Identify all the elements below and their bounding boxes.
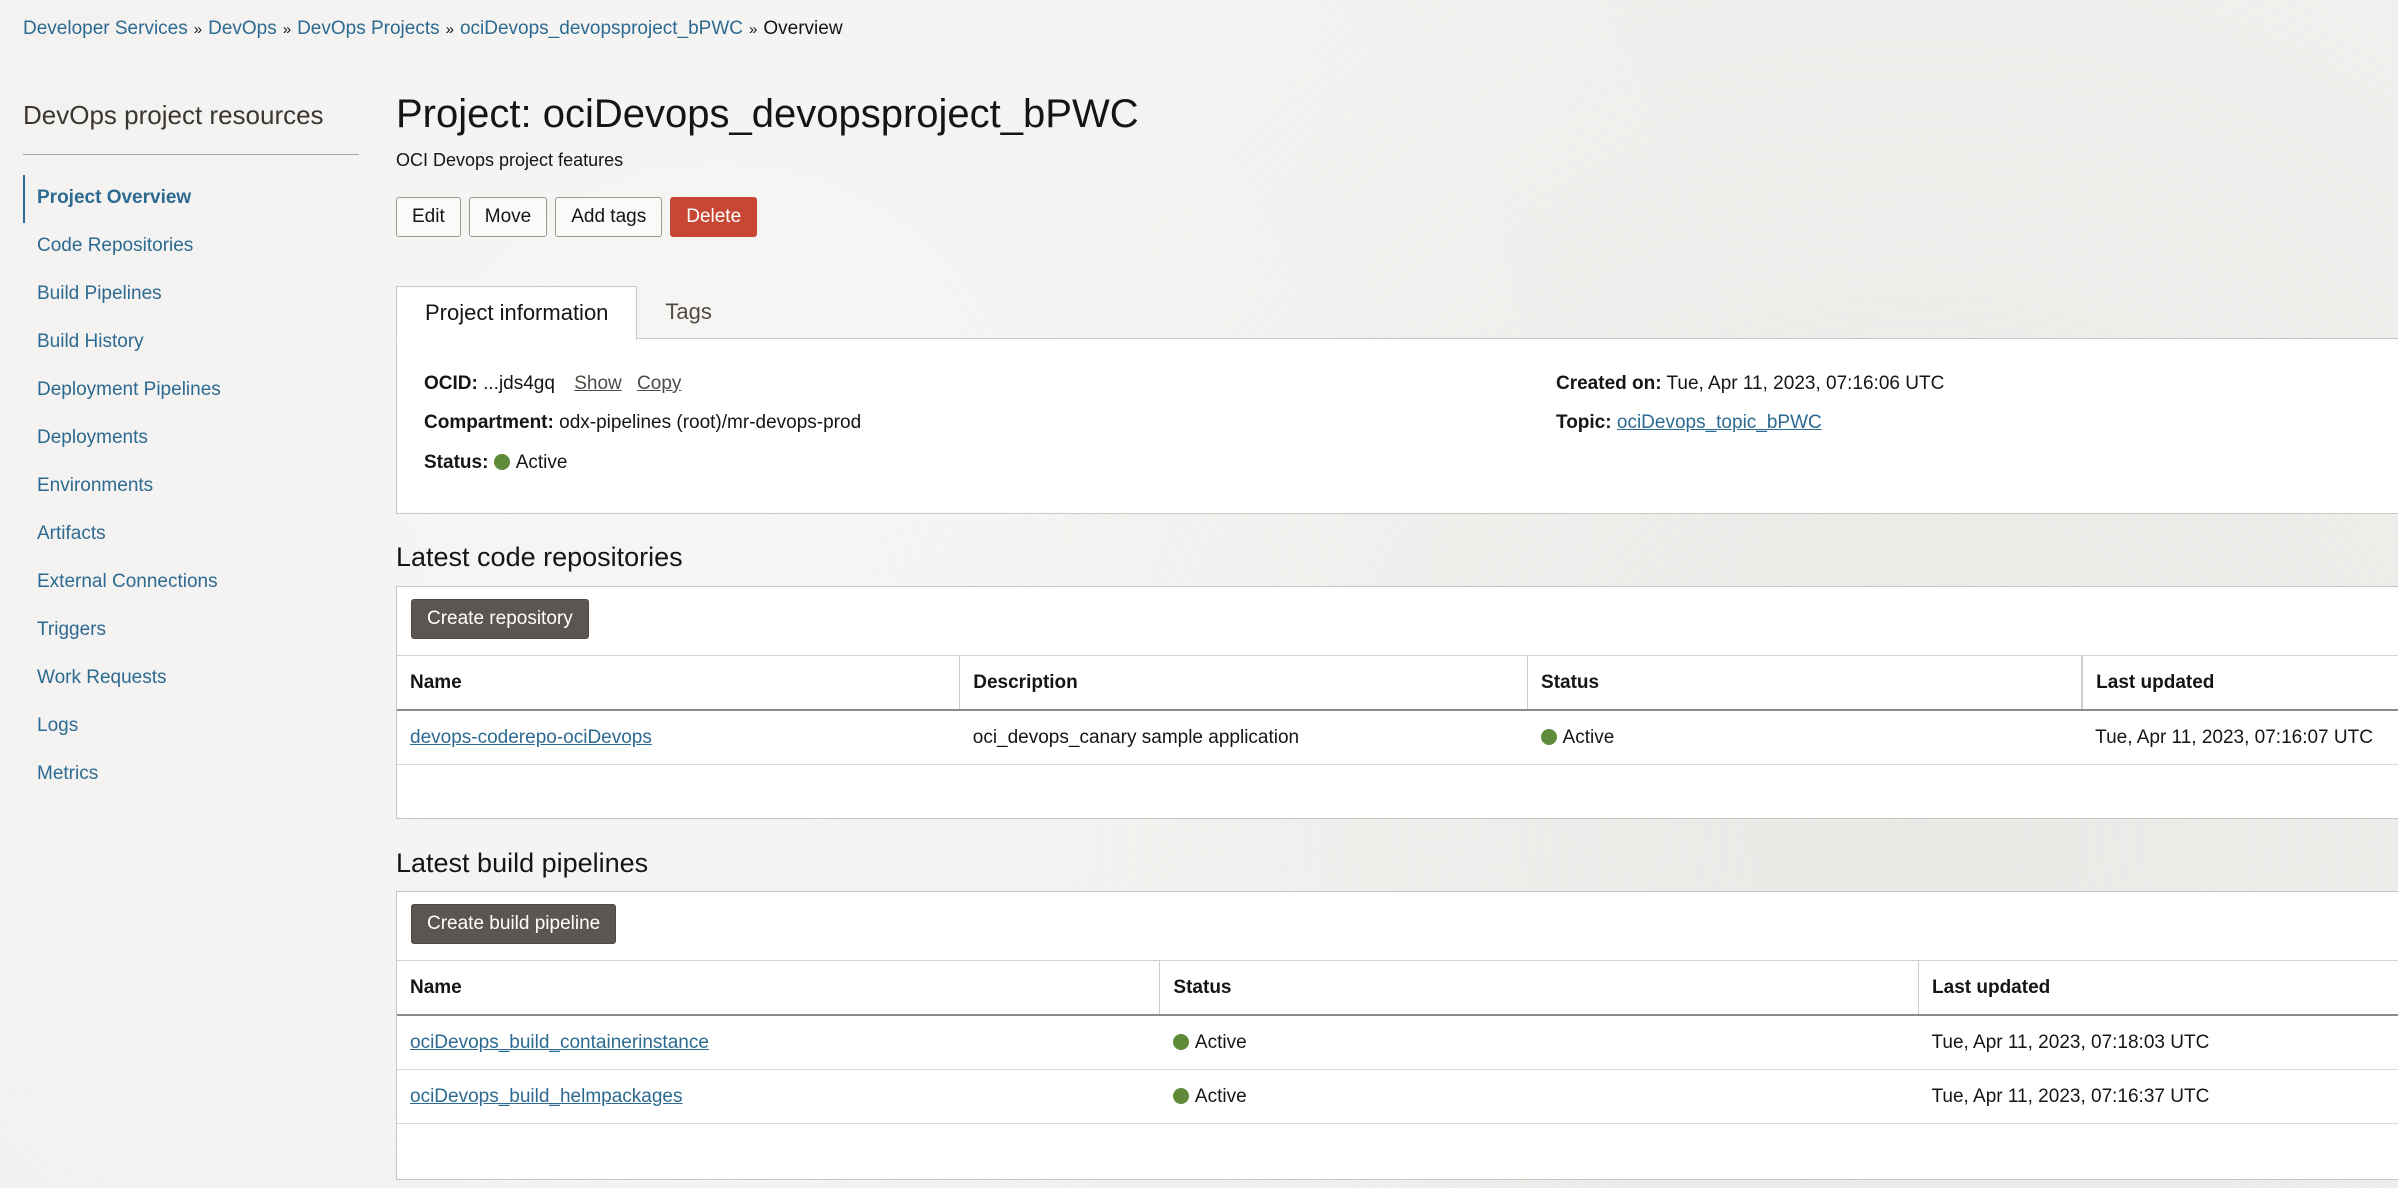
breadcrumb: Developer Services » DevOps » DevOps Project… bbox=[23, 18, 843, 40]
copy-ocid-link[interactable]: Copy bbox=[637, 373, 681, 394]
sidebar-item-triggers[interactable]: Triggers bbox=[23, 607, 359, 655]
sidebar-title: DevOps project resources bbox=[23, 100, 324, 130]
repo-last-updated: Tue, Apr 11, 2023, 07:16:07 UTC bbox=[2082, 710, 2398, 765]
table-header-row: Name Description Status Last updated bbox=[397, 656, 2398, 711]
status-label: Status: bbox=[424, 452, 489, 473]
sidebar-item-work-requests[interactable]: Work Requests bbox=[23, 655, 359, 703]
breadcrumb-devops-projects[interactable]: DevOps Projects bbox=[297, 18, 440, 39]
sidebar-item-artifacts[interactable]: Artifacts bbox=[23, 511, 359, 559]
status-row: Status: Active bbox=[424, 452, 567, 474]
column-header-status[interactable]: Status bbox=[1527, 656, 2083, 711]
created-label: Created on: bbox=[1556, 373, 1662, 394]
breadcrumb-separator: » bbox=[749, 21, 758, 38]
pipeline-name-cell: ociDevops_build_containerinstance bbox=[397, 1015, 1160, 1070]
build-pipelines-card: Create build pipeline Name Status Last u… bbox=[396, 891, 2398, 1180]
build-pipelines-table: Name Status Last updated ociDevops_build… bbox=[397, 961, 2398, 1124]
breadcrumb-separator: » bbox=[282, 21, 292, 38]
breadcrumb-devops[interactable]: DevOps bbox=[208, 18, 277, 39]
column-header-description[interactable]: Description bbox=[959, 656, 1529, 711]
pipeline-name-link[interactable]: ociDevops_build_containerinstance bbox=[410, 1032, 709, 1053]
project-information-panel: OCID: ...jds4gq Show Copy Compartment: o… bbox=[396, 338, 2398, 514]
move-button[interactable]: Move bbox=[468, 197, 548, 237]
column-header-status[interactable]: Status bbox=[1159, 961, 1920, 1016]
sidebar-divider bbox=[23, 154, 359, 155]
column-header-name[interactable]: Name bbox=[397, 656, 961, 711]
action-toolbar: Edit Move Add tags Delete bbox=[396, 197, 758, 237]
created-row: Created on: Tue, Apr 11, 2023, 07:16:06 … bbox=[1556, 373, 1944, 395]
tab-bar: Project information Tags bbox=[396, 286, 740, 340]
pipeline-last-updated: Tue, Apr 11, 2023, 07:18:03 UTC bbox=[1918, 1015, 2398, 1070]
table-row: ociDevops_build_helmpackages Active Tue,… bbox=[397, 1069, 2398, 1124]
status-active-icon bbox=[1172, 1087, 1189, 1104]
sidebar-item-project-overview[interactable]: Project Overview bbox=[23, 175, 359, 223]
table-row: ociDevops_build_containerinstance Active… bbox=[397, 1015, 2398, 1070]
breadcrumb-current: Overview bbox=[763, 18, 843, 39]
create-build-pipeline-button[interactable]: Create build pipeline bbox=[411, 904, 617, 944]
code-repositories-card: Create repository Name Description Statu… bbox=[396, 586, 2398, 819]
sidebar-item-build-history[interactable]: Build History bbox=[23, 319, 359, 367]
repo-name-link[interactable]: devops-coderepo-ociDevops bbox=[410, 727, 652, 748]
column-header-last-updated[interactable]: Last updated bbox=[1918, 961, 2398, 1016]
table-row: devops-coderepo-ociDevops oci_devops_can… bbox=[397, 710, 2398, 765]
pipeline-status: Active bbox=[1194, 1085, 1247, 1107]
pipeline-status: Active bbox=[1194, 1031, 1247, 1053]
status-active-icon bbox=[1540, 728, 1557, 745]
page-title: Project: ociDevops_devopsproject_bPWC bbox=[396, 92, 1139, 136]
sidebar-item-logs[interactable]: Logs bbox=[23, 703, 359, 751]
repo-description: oci_devops_canary sample application bbox=[959, 710, 1528, 765]
sidebar-item-metrics[interactable]: Metrics bbox=[23, 751, 359, 799]
ocid-label: OCID: bbox=[424, 373, 478, 394]
breadcrumb-project[interactable]: ociDevops_devopsproject_bPWC bbox=[460, 18, 743, 39]
status-active-icon bbox=[1172, 1033, 1189, 1050]
sidebar-item-deployment-pipelines[interactable]: Deployment Pipelines bbox=[23, 367, 359, 415]
sidebar-item-deployments[interactable]: Deployments bbox=[23, 415, 359, 463]
pipeline-name-link[interactable]: ociDevops_build_helmpackages bbox=[410, 1086, 683, 1107]
pipeline-name-cell: ociDevops_build_helmpackages bbox=[397, 1069, 1160, 1124]
show-ocid-link[interactable]: Show bbox=[574, 373, 622, 394]
breadcrumb-developer-services[interactable]: Developer Services bbox=[23, 18, 188, 39]
sidebar-item-external-connections[interactable]: External Connections bbox=[23, 559, 359, 607]
topic-link[interactable]: ociDevops_topic_bPWC bbox=[1617, 412, 1822, 433]
add-tags-button[interactable]: Add tags bbox=[555, 197, 663, 237]
ocid-value: ...jds4gq bbox=[483, 373, 555, 394]
table-header-row: Name Status Last updated bbox=[397, 961, 2398, 1016]
tab-project-information[interactable]: Project information bbox=[396, 286, 638, 340]
compartment-row: Compartment: odx-pipelines (root)/mr-dev… bbox=[424, 412, 861, 434]
sidebar-item-environments[interactable]: Environments bbox=[23, 463, 359, 511]
sidebar-nav: Project Overview Code Repositories Build… bbox=[23, 175, 359, 799]
topic-label: Topic: bbox=[1556, 412, 1612, 433]
topic-row: Topic: ociDevops_topic_bPWC bbox=[1556, 412, 1822, 434]
create-repository-button[interactable]: Create repository bbox=[411, 599, 589, 639]
ocid-row: OCID: ...jds4gq Show Copy bbox=[424, 373, 681, 395]
breadcrumb-separator: » bbox=[445, 21, 454, 38]
column-header-name[interactable]: Name bbox=[397, 961, 1161, 1016]
code-repositories-toolbar: Create repository bbox=[397, 587, 2398, 656]
repo-name-cell: devops-coderepo-ociDevops bbox=[397, 710, 960, 765]
compartment-label: Compartment: bbox=[424, 412, 554, 433]
status-active-icon bbox=[493, 454, 510, 470]
sidebar-item-build-pipelines[interactable]: Build Pipelines bbox=[23, 271, 359, 319]
column-header-last-updated[interactable]: Last updated bbox=[2081, 656, 2398, 711]
repo-status-cell: Active bbox=[1527, 710, 2083, 765]
compartment-value: odx-pipelines (root)/mr-devops-prod bbox=[559, 412, 862, 433]
pipeline-last-updated: Tue, Apr 11, 2023, 07:16:37 UTC bbox=[1918, 1069, 2398, 1124]
created-value: Tue, Apr 11, 2023, 07:16:06 UTC bbox=[1666, 373, 1945, 394]
build-pipelines-toolbar: Create build pipeline bbox=[397, 892, 2398, 961]
edit-button[interactable]: Edit bbox=[396, 197, 461, 237]
repo-status: Active bbox=[1562, 726, 1615, 748]
code-repositories-heading: Latest code repositories bbox=[396, 542, 683, 572]
pipeline-status-cell: Active bbox=[1159, 1015, 1919, 1070]
sidebar-item-code-repositories[interactable]: Code Repositories bbox=[23, 223, 359, 271]
code-repositories-table: Name Description Status Last updated dev… bbox=[397, 656, 2398, 765]
page-subtitle: OCI Devops project features bbox=[396, 150, 624, 170]
tab-tags[interactable]: Tags bbox=[637, 286, 739, 338]
delete-button[interactable]: Delete bbox=[670, 197, 758, 237]
pipeline-status-cell: Active bbox=[1159, 1069, 1919, 1124]
breadcrumb-separator: » bbox=[193, 21, 203, 38]
status-value: Active bbox=[515, 452, 568, 473]
build-pipelines-heading: Latest build pipelines bbox=[396, 848, 649, 878]
